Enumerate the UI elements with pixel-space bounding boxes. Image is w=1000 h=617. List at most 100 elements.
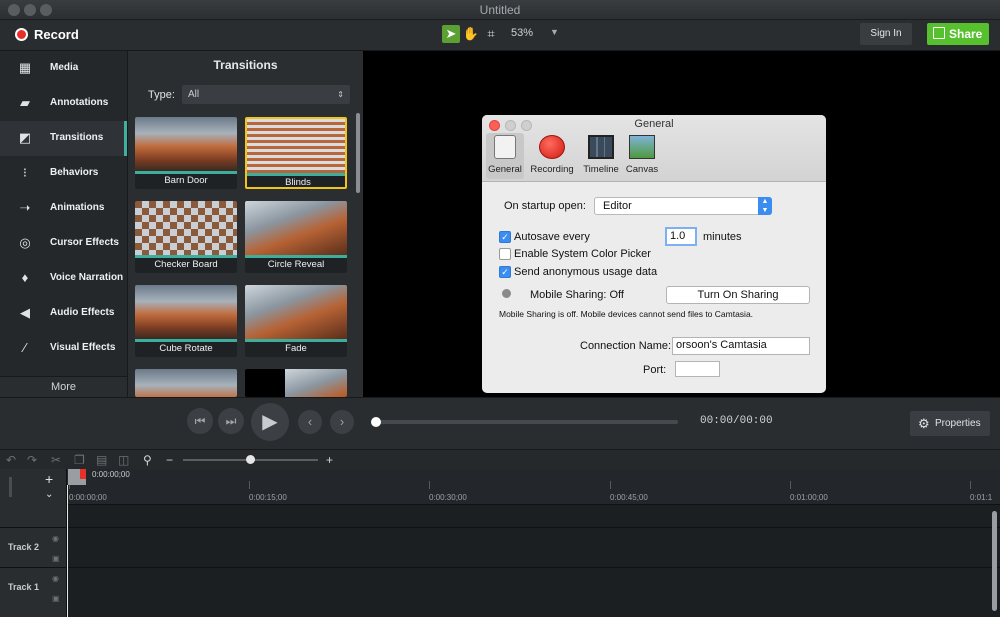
lock-icon[interactable]: ▣	[52, 594, 60, 603]
share-icon	[933, 27, 945, 39]
thumbnail-image	[285, 369, 347, 397]
chevron-down-icon[interactable]: ⌄	[45, 489, 53, 500]
tab-label: Recording	[530, 164, 574, 175]
playhead-marker	[80, 469, 86, 479]
transition-thumb-checker-board[interactable]: Checker Board	[135, 201, 237, 273]
progress-handle[interactable]	[371, 417, 381, 427]
thumbnail-image	[135, 285, 237, 339]
timeline-scrollbar[interactable]	[992, 511, 997, 611]
playback-progress[interactable]	[376, 420, 678, 424]
share-button[interactable]: Share	[927, 23, 989, 45]
select-tool-icon[interactable]: ➤	[442, 25, 460, 43]
turn-on-sharing-button[interactable]: Turn On Sharing	[666, 286, 810, 304]
record-icon[interactable]	[15, 28, 28, 41]
track-row[interactable]: Track 1 ◉ ▣	[0, 567, 1000, 607]
connection-name-field[interactable]: orsoon's Camtasia	[672, 337, 810, 355]
sign-in-button[interactable]: Sign In	[860, 23, 912, 45]
dialog-title: General	[634, 118, 674, 130]
usage-data-checkbox[interactable]: ✓	[499, 266, 511, 278]
chevron-down-icon[interactable]: ▼	[550, 27, 559, 37]
tab-general[interactable]: General	[486, 133, 524, 179]
transition-thumb-partial[interactable]	[135, 369, 237, 397]
thumbnail-caption: Blinds	[285, 177, 311, 188]
transition-thumb-circle-reveal[interactable]: Circle Reveal	[245, 201, 347, 273]
thumbnail-bar	[135, 171, 237, 174]
track-height-slider[interactable]	[9, 477, 12, 497]
paste-icon[interactable]: ▤	[96, 453, 107, 467]
main-toolbar: Record ➤ ✋ ⌗ 53% ▼ Sign In Share	[0, 20, 1000, 51]
properties-button[interactable]: ⚙ Properties	[910, 411, 990, 436]
zoom-out-icon[interactable]: −	[166, 453, 173, 467]
copy-icon[interactable]: ❐	[74, 453, 85, 467]
thumbnail-bar	[135, 255, 237, 258]
transition-thumb-fade[interactable]: Fade	[245, 285, 347, 357]
sidebar-item-voice-narration[interactable]: ♦ Voice Narration	[0, 261, 127, 296]
color-picker-label: Enable System Color Picker	[514, 248, 651, 260]
zoom-in-icon[interactable]: +	[326, 453, 333, 467]
thumbnail-bar	[247, 173, 345, 176]
port-field[interactable]	[675, 361, 720, 377]
panel-scrollbar[interactable]	[356, 113, 360, 193]
speaker-icon: ◀	[20, 305, 30, 320]
undo-icon[interactable]: ↶	[6, 453, 16, 467]
timecode: 00:00/00:00	[700, 415, 773, 427]
type-select[interactable]: All ⇕	[182, 85, 350, 104]
tab-canvas[interactable]: Canvas	[623, 133, 661, 179]
sidebar-item-cursor-effects[interactable]: ◎ Cursor Effects	[0, 226, 127, 261]
previous-frame-icon[interactable]: ⏭	[218, 408, 244, 434]
type-value: All	[188, 89, 200, 100]
sidebar-item-visual-effects[interactable]: ⁄ Visual Effects	[0, 331, 127, 366]
sidebar-item-transitions[interactable]: ◩ Transitions	[0, 121, 127, 156]
timeline: + ⌄ 0:00:00;00 0:00:15;00 0:00:30;00 0:0…	[0, 469, 1000, 617]
sidebar-item-animations[interactable]: ➝ Animations	[0, 191, 127, 226]
hand-tool-icon[interactable]: ✋	[462, 25, 480, 43]
color-picker-checkbox[interactable]	[499, 248, 511, 260]
chevron-right-icon[interactable]: ›	[330, 410, 354, 434]
startup-label: On startup open:	[504, 200, 586, 212]
lock-icon[interactable]: ▣	[52, 554, 60, 563]
redo-icon[interactable]: ↷	[27, 453, 37, 467]
zoom-search-icon[interactable]: ⚲	[143, 453, 152, 467]
timeline-zoom-handle[interactable]	[246, 455, 255, 464]
transition-thumb-barn-door[interactable]: Barn Door	[135, 117, 237, 189]
tab-recording[interactable]: Recording	[526, 133, 578, 179]
thumbnail-caption: Cube Rotate	[159, 343, 213, 354]
properties-label: Properties	[935, 418, 981, 429]
thumbnail-caption: Fade	[285, 343, 307, 354]
zoom-level[interactable]: 53%	[511, 27, 533, 39]
play-icon[interactable]: ▶	[251, 403, 289, 441]
record-button[interactable]: Record	[34, 27, 79, 42]
cut-icon[interactable]: ✂	[51, 453, 61, 467]
transition-thumb-cube-rotate[interactable]: Cube Rotate	[135, 285, 237, 357]
sidebar-item-behaviors[interactable]: ⁝ Behaviors	[0, 156, 127, 191]
split-icon[interactable]: ◫	[118, 453, 129, 467]
ruler-tick	[429, 481, 430, 489]
record-icon	[539, 135, 565, 159]
eye-icon[interactable]: ◉	[52, 574, 59, 583]
sidebar-item-annotations[interactable]: ▰ Annotations	[0, 86, 127, 121]
track-row[interactable]: Track 2 ◉ ▣	[0, 527, 1000, 567]
more-button[interactable]: More	[0, 376, 127, 397]
autosave-interval-field[interactable]: 1.0	[665, 227, 697, 246]
add-track-icon[interactable]: +	[45, 471, 53, 487]
connection-name-label: Connection Name:	[580, 340, 672, 352]
thumbnail-image	[247, 119, 345, 173]
autosave-checkbox[interactable]: ✓	[499, 231, 511, 243]
sidebar-item-audio-effects[interactable]: ◀ Audio Effects	[0, 296, 127, 331]
thumbnail-image	[245, 201, 347, 255]
timeline-ruler[interactable]: 0:00:00;00 0:00:15;00 0:00:30;00 0:00:45…	[67, 469, 1000, 505]
ruler-tick	[970, 481, 971, 489]
chevron-left-icon[interactable]: ‹	[298, 410, 322, 434]
eye-icon[interactable]: ◉	[52, 534, 59, 543]
sidebar-item-media[interactable]: ▦ Media	[0, 51, 127, 86]
sidebar-item-label: Visual Effects	[50, 342, 116, 353]
behavior-icon: ⁝	[22, 165, 28, 180]
transition-thumb-partial[interactable]	[245, 369, 347, 397]
step-back-icon[interactable]: ⏮	[187, 408, 213, 434]
gear-icon: ⚙	[918, 416, 930, 431]
crop-tool-icon[interactable]: ⌗	[482, 25, 500, 43]
thumbnail-image	[135, 117, 237, 171]
tab-timeline[interactable]: Timeline	[579, 133, 623, 179]
transition-thumb-blinds[interactable]: Blinds	[245, 117, 347, 189]
startup-select[interactable]: Editor ▲ ▼	[594, 197, 772, 215]
